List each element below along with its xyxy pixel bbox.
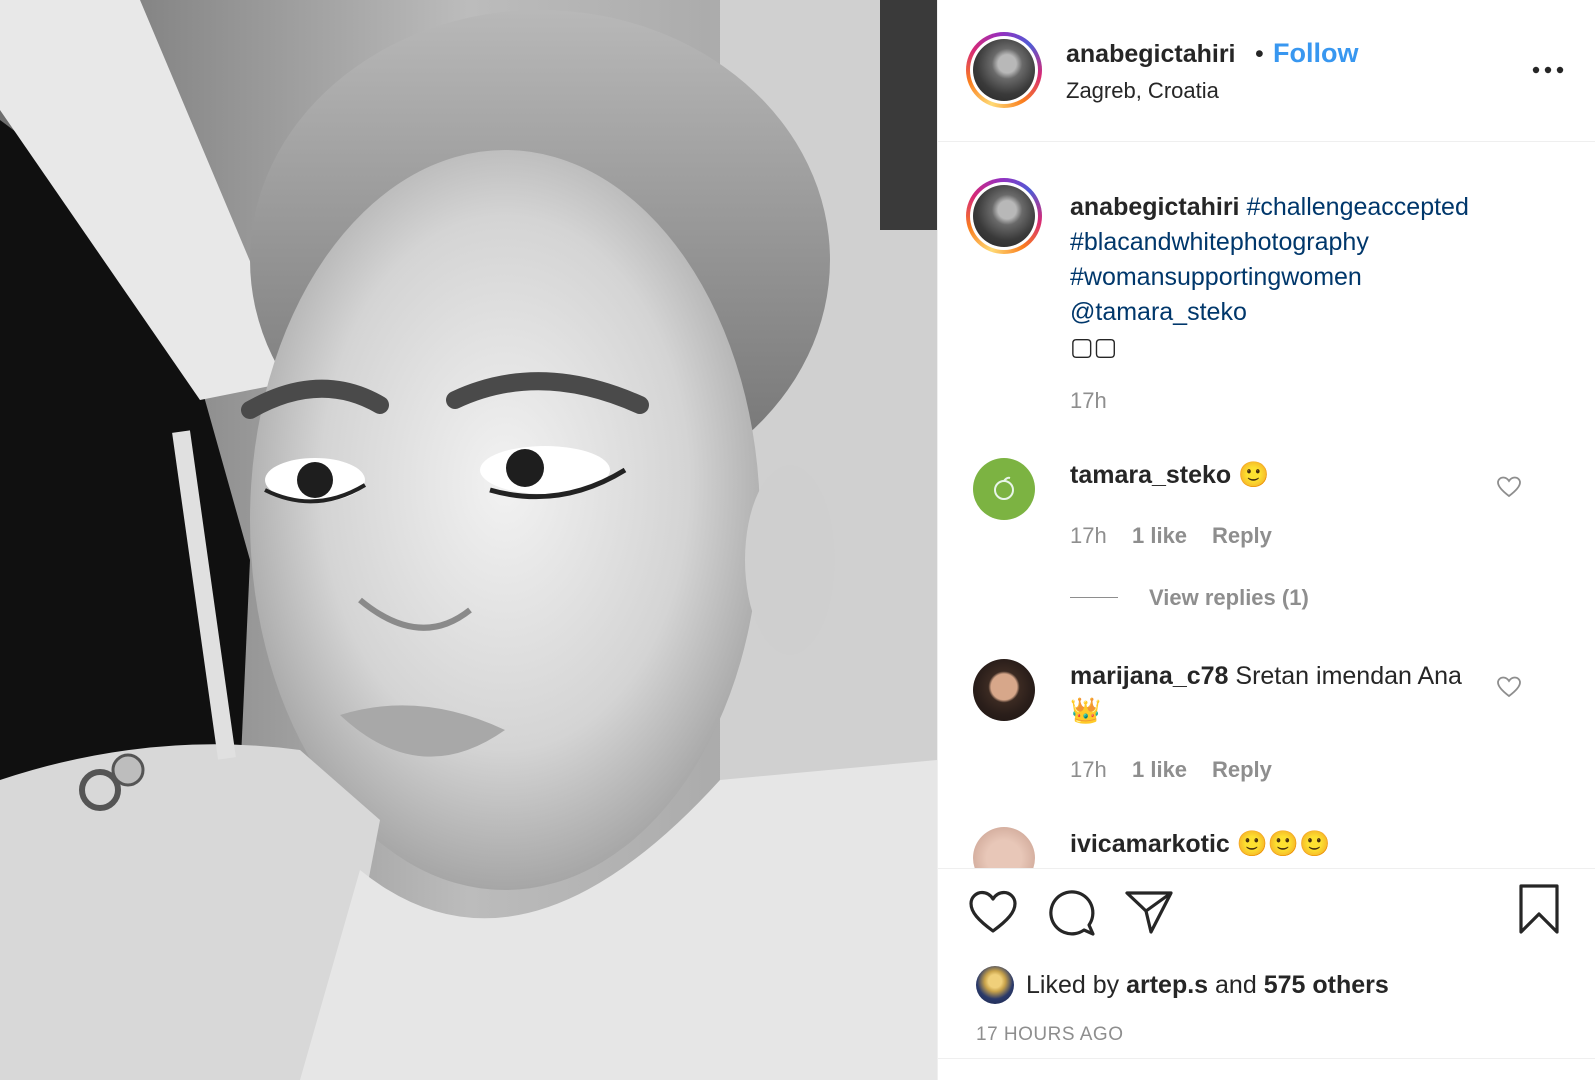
post-timestamp[interactable]: 17 HOURS AGO bbox=[976, 1024, 1124, 1046]
comment-avatar[interactable] bbox=[973, 827, 1035, 868]
add-comment-bar[interactable] bbox=[938, 1058, 1595, 1081]
caption-text: anabegictahiri #challengeaccepted #blaca… bbox=[1070, 190, 1510, 365]
like-heart-icon[interactable] bbox=[968, 889, 1018, 935]
comments-list[interactable]: anabegictahiri #challengeaccepted #blaca… bbox=[938, 142, 1595, 868]
comment-likes[interactable]: 1 like bbox=[1132, 757, 1187, 783]
post-actions: Liked by artep.s and 575 others 17 HOURS… bbox=[938, 868, 1595, 1080]
post-header: anabegictahiri • Follow Zagreb, Croatia bbox=[938, 0, 1595, 142]
hashtag-link[interactable]: #womansupportingwomen bbox=[1070, 263, 1362, 291]
like-comment-icon[interactable] bbox=[1496, 675, 1522, 699]
comment-time[interactable]: 17h bbox=[1070, 523, 1107, 549]
save-bookmark-icon[interactable] bbox=[1516, 883, 1562, 935]
caption-username[interactable]: anabegictahiri bbox=[1070, 193, 1240, 221]
hashtag-link[interactable]: #blacandwhitephotography bbox=[1070, 228, 1369, 256]
post-side-panel: anabegictahiri • Follow Zagreb, Croatia … bbox=[937, 0, 1595, 1080]
follow-button[interactable]: Follow bbox=[1273, 38, 1358, 69]
post-photo[interactable] bbox=[0, 0, 937, 1080]
comment-username[interactable]: ivicamarkotic bbox=[1070, 830, 1230, 858]
comment-avatar[interactable] bbox=[973, 458, 1035, 520]
comment-time[interactable]: 17h bbox=[1070, 757, 1107, 783]
comment-text: tamara_steko 🙂 bbox=[1070, 458, 1490, 493]
liked-by-user[interactable]: artep.s bbox=[1126, 971, 1208, 999]
likes-count-link[interactable]: 575 others bbox=[1264, 971, 1389, 999]
share-paper-plane-icon[interactable] bbox=[1124, 889, 1174, 935]
separator-dot: • bbox=[1255, 40, 1264, 68]
comment-likes[interactable]: 1 like bbox=[1132, 523, 1187, 549]
location-link[interactable]: Zagreb, Croatia bbox=[1066, 78, 1219, 104]
liker-avatar[interactable] bbox=[976, 966, 1014, 1004]
comment-bubble-icon[interactable] bbox=[1046, 889, 1096, 937]
reply-button[interactable]: Reply bbox=[1212, 523, 1272, 549]
liked-by-text: Liked by artep.s and 575 others bbox=[1026, 971, 1389, 1000]
comment-body: 🙂🙂🙂 bbox=[1236, 830, 1331, 858]
caption-time[interactable]: 17h bbox=[1070, 388, 1107, 414]
comment-avatar[interactable] bbox=[973, 659, 1035, 721]
replies-divider-line bbox=[1070, 597, 1118, 598]
comment-username[interactable]: marijana_c78 bbox=[1070, 662, 1228, 690]
header-username[interactable]: anabegictahiri bbox=[1066, 40, 1236, 69]
comment-body: 🙂 bbox=[1238, 461, 1270, 489]
caption-avatar[interactable] bbox=[966, 178, 1042, 254]
more-options-icon[interactable] bbox=[1530, 58, 1566, 82]
header-avatar[interactable] bbox=[966, 32, 1042, 108]
mention-link[interactable]: @tamara_steko bbox=[1070, 298, 1247, 326]
view-replies-button[interactable]: View replies (1) bbox=[1149, 585, 1309, 611]
liked-by-and: and bbox=[1215, 970, 1257, 999]
comment-username[interactable]: tamara_steko bbox=[1070, 461, 1231, 489]
avatar-image bbox=[973, 39, 1035, 101]
reply-button[interactable]: Reply bbox=[1212, 757, 1272, 783]
caption-emoji: ▢▢ bbox=[1070, 333, 1118, 361]
portrait-photo bbox=[0, 0, 937, 1080]
comment-text: marijana_c78 Sretan imendan Ana👑 bbox=[1070, 659, 1490, 729]
liked-by-prefix: Liked by bbox=[1026, 970, 1120, 999]
avatar-image bbox=[973, 185, 1035, 247]
liked-by-row: Liked by artep.s and 575 others bbox=[976, 965, 1389, 1005]
hashtag-link[interactable]: #challengeaccepted bbox=[1246, 193, 1468, 221]
comment-text: ivicamarkotic 🙂🙂🙂 bbox=[1070, 827, 1490, 862]
like-comment-icon[interactable] bbox=[1496, 475, 1522, 499]
apple-logo-icon bbox=[994, 476, 1014, 500]
